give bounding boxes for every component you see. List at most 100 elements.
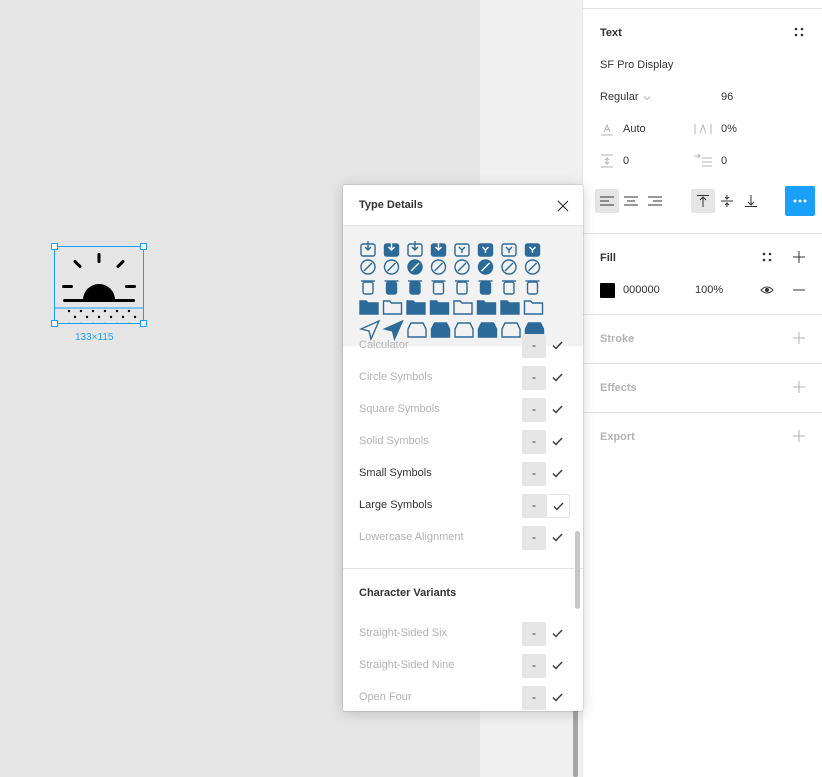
paragraph-indent-input[interactable]: 0 — [721, 155, 727, 167]
stroke-section-title: Stroke — [600, 333, 635, 345]
resize-handle-top-left[interactable] — [51, 243, 58, 250]
line-height-input[interactable]: Auto — [623, 123, 646, 135]
feature-row: Calculator - — [343, 330, 583, 362]
resize-handle-bottom-left[interactable] — [51, 320, 58, 327]
add-export-plus-icon[interactable] — [791, 428, 807, 444]
chevron-down-icon[interactable] — [643, 95, 651, 101]
checkmark-icon — [552, 373, 563, 382]
paragraph-spacing-icon — [601, 154, 613, 168]
remove-fill-minus-icon[interactable] — [791, 282, 807, 298]
feature-off-button[interactable]: - — [522, 686, 546, 710]
feature-on-button[interactable] — [546, 526, 570, 550]
visibility-eye-icon[interactable] — [759, 282, 775, 298]
feature-on-button[interactable] — [546, 398, 570, 422]
feature-row: Small Symbols - — [343, 458, 583, 490]
feature-on-button[interactable] — [546, 494, 570, 518]
fill-opacity-input[interactable]: 100% — [695, 284, 723, 296]
align-top-button[interactable] — [691, 189, 715, 213]
fill-color-swatch[interactable] — [600, 283, 615, 298]
feature-off-button[interactable]: - — [522, 494, 546, 518]
letter-spacing-input[interactable]: 0% — [721, 123, 737, 135]
checkmark-icon — [552, 469, 563, 478]
feature-label: Large Symbols — [359, 499, 433, 511]
feature-label: Lowercase Alignment — [359, 531, 464, 543]
divider — [343, 568, 583, 569]
font-size-input[interactable]: 96 — [721, 91, 733, 103]
paragraph-spacing-input[interactable]: 0 — [623, 155, 629, 167]
feature-off-button[interactable]: - — [522, 430, 546, 454]
feature-off-button[interactable]: - — [522, 526, 546, 550]
checkmark-icon — [552, 693, 563, 702]
divider — [583, 314, 822, 315]
feature-on-button[interactable] — [546, 366, 570, 390]
popup-title: Type Details — [359, 199, 423, 211]
sunset-glyph-icon — [55, 253, 143, 323]
font-family-select[interactable]: SF Pro Display — [600, 59, 673, 71]
popup-scrollbar[interactable] — [575, 531, 580, 609]
feature-off-button[interactable]: - — [522, 334, 546, 358]
add-effect-plus-icon[interactable] — [791, 379, 807, 395]
align-bottom-button[interactable] — [739, 189, 763, 213]
feature-on-button[interactable] — [546, 686, 570, 710]
checkmark-icon — [552, 533, 563, 542]
type-details-popup: Type Details Calculator - Circle Symbols - S… — [343, 185, 583, 711]
feature-on-button[interactable] — [546, 622, 570, 646]
align-right-button[interactable] — [643, 189, 667, 213]
font-weight-select[interactable]: Regular — [600, 91, 639, 103]
checkmark-icon — [552, 341, 563, 350]
feature-on-button[interactable] — [546, 654, 570, 678]
align-left-icon — [600, 196, 614, 206]
align-right-icon — [648, 196, 662, 206]
resize-handle-bottom-right[interactable] — [140, 320, 147, 327]
feature-label: Calculator — [359, 339, 409, 351]
feature-label: Circle Symbols — [359, 371, 433, 383]
align-middle-icon — [721, 195, 733, 207]
variant-row: Straight-Sided Six - — [343, 618, 583, 650]
align-left-button[interactable] — [595, 189, 619, 213]
align-middle-button[interactable] — [715, 189, 739, 213]
fill-styles-grid-icon[interactable] — [759, 249, 775, 265]
feature-off-button[interactable]: - — [522, 622, 546, 646]
divider — [583, 363, 822, 364]
selection-dimensions-label: 133×115 — [75, 332, 114, 343]
feature-row: Large Symbols - — [343, 490, 583, 522]
divider — [583, 233, 822, 234]
letter-spacing-icon — [694, 123, 712, 134]
effects-section-title: Effects — [600, 382, 637, 394]
variant-row: Open Four - — [343, 682, 583, 711]
close-button[interactable] — [555, 198, 571, 214]
divider — [583, 412, 822, 413]
feature-off-button[interactable]: - — [522, 462, 546, 486]
checkmark-icon — [552, 437, 563, 446]
selected-text-layer[interactable] — [51, 243, 147, 327]
checkmark-icon — [553, 502, 564, 511]
align-bottom-icon — [745, 195, 757, 207]
feature-label: Solid Symbols — [359, 435, 429, 447]
glyph-preview — [343, 226, 583, 346]
feature-on-button[interactable] — [546, 462, 570, 486]
resize-handle-top-right[interactable] — [140, 243, 147, 250]
feature-row: Square Symbols - — [343, 394, 583, 426]
text-styles-grid-icon[interactable] — [791, 24, 807, 40]
export-section-title: Export — [600, 431, 635, 443]
more-dots-icon — [793, 199, 807, 203]
line-height-icon — [601, 123, 613, 136]
feature-on-button[interactable] — [546, 334, 570, 358]
feature-off-button[interactable]: - — [522, 654, 546, 678]
type-details-button[interactable] — [785, 186, 815, 216]
feature-on-button[interactable] — [546, 430, 570, 454]
popup-header: Type Details — [343, 185, 583, 226]
feature-off-button[interactable]: - — [522, 366, 546, 390]
feature-label: Small Symbols — [359, 467, 432, 479]
feature-off-button[interactable]: - — [522, 398, 546, 422]
feature-row: Lowercase Alignment - — [343, 522, 583, 554]
checkmark-icon — [552, 661, 563, 670]
add-stroke-plus-icon[interactable] — [791, 330, 807, 346]
feature-label: Square Symbols — [359, 403, 440, 415]
fill-hex-input[interactable]: 000000 — [623, 284, 660, 296]
add-fill-plus-icon[interactable] — [791, 249, 807, 265]
paragraph-indent-icon — [694, 154, 712, 167]
text-section-title: Text — [600, 27, 622, 39]
align-center-button[interactable] — [619, 189, 643, 213]
variant-row: Straight-Sided Nine - — [343, 650, 583, 682]
